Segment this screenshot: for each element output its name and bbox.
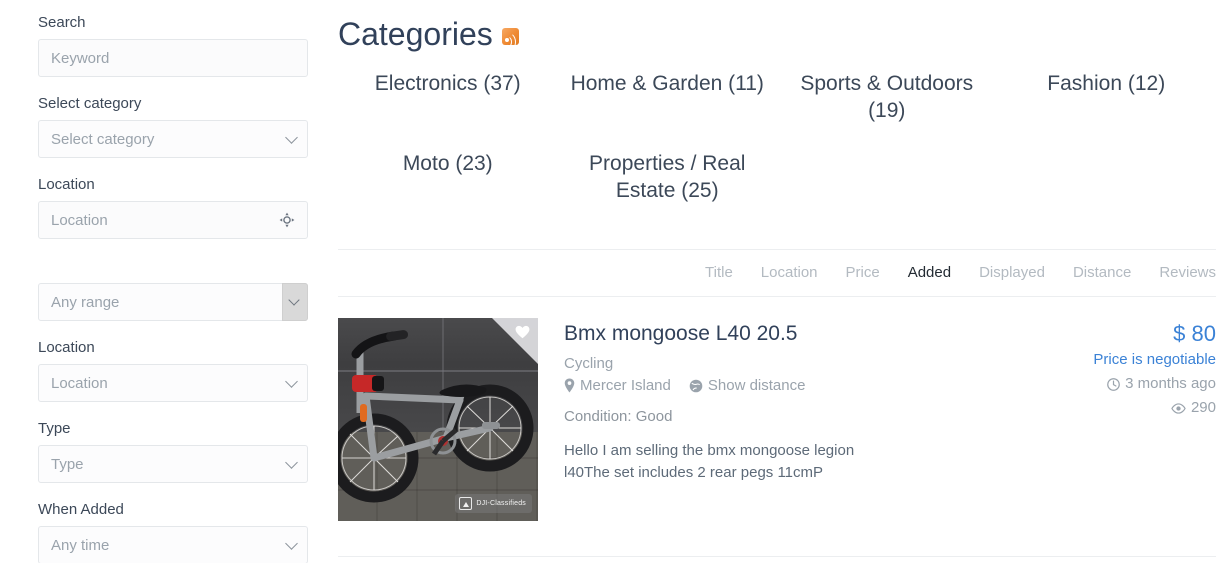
search-input[interactable]: Keyword [38, 39, 308, 77]
watermark-text: DJI-Classifieds [476, 500, 526, 507]
listing-category[interactable]: Cycling [564, 353, 1000, 374]
filter-field-location-select: Location Location [38, 339, 308, 402]
when-added-label: When Added [38, 501, 124, 518]
category-select-value: Select category [51, 130, 155, 148]
location-select[interactable]: Location [38, 364, 308, 402]
category-label: Select category [38, 95, 142, 112]
sort-option-price[interactable]: Price [846, 263, 880, 283]
sort-options: Title Location Price Added Displayed Dis… [705, 263, 1216, 283]
sort-option-location[interactable]: Location [761, 263, 818, 283]
rss-arc-outer [504, 33, 521, 50]
filters-sidebar: Search Keyword Select category Select ca… [0, 0, 330, 563]
location-input-placeholder: Location [51, 211, 108, 229]
range-select-value: Any range [51, 293, 120, 311]
sort-option-distance[interactable]: Distance [1073, 263, 1131, 283]
page-title-text: Categories [338, 16, 493, 52]
type-select-value: Type [51, 455, 84, 473]
location-input[interactable]: Location [38, 201, 308, 239]
heart-icon[interactable] [515, 325, 530, 339]
listing-added: 3 months ago [1026, 373, 1216, 395]
chevron-down-icon [285, 456, 298, 469]
filter-field-type: Type Type [38, 420, 308, 483]
listing-show-distance-text: Show distance [707, 377, 806, 394]
category-link-properties-real-estate[interactable]: Properties / Real Estate (25) [558, 150, 778, 204]
filter-field-search: Search Keyword [38, 14, 308, 77]
listing-show-distance[interactable]: Show distance [689, 375, 806, 396]
type-label: Type [38, 420, 71, 437]
listing-thumbnail[interactable]: DJI-Classifieds [338, 318, 538, 521]
sort-option-added[interactable]: Added [908, 263, 951, 283]
clock-icon [1107, 377, 1120, 391]
chevron-down-icon [285, 375, 298, 388]
type-select[interactable]: Type [38, 445, 308, 483]
categories-grid: Electronics (37) Home & Garden (11) Spor… [338, 70, 1216, 204]
filter-field-location-text: Location Location [38, 176, 308, 239]
when-added-select-value: Any time [51, 536, 110, 554]
when-added-select[interactable]: Any time [38, 526, 308, 563]
listing-price-column: $ 80 Price is negotiable 3 months ago 29… [1026, 318, 1216, 521]
search-label: Search [38, 14, 86, 31]
category-link-fashion[interactable]: Fashion (12) [997, 70, 1216, 124]
category-link-sports-outdoors[interactable]: Sports & Outdoors (19) [777, 70, 997, 124]
category-select[interactable]: Select category [38, 120, 308, 158]
globe-icon [689, 379, 703, 393]
chevron-down-icon [288, 294, 300, 306]
range-select-button[interactable] [282, 283, 308, 321]
listing-condition: Condition: Good [564, 408, 673, 425]
page-root: Search Keyword Select category Select ca… [0, 0, 1216, 563]
location-label: Location [38, 176, 95, 193]
listing-info: Bmx mongoose L40 20.5 Cycling Mercer Isl… [564, 318, 1000, 521]
image-watermark: DJI-Classifieds [455, 494, 532, 513]
filter-field-range: Any range [38, 283, 308, 321]
sort-option-title[interactable]: Title [705, 263, 733, 283]
filter-field-category: Select category Select category [38, 95, 308, 158]
filter-field-when-added: When Added Any time [38, 501, 308, 563]
rss-icon[interactable] [501, 27, 521, 50]
category-link-electronics[interactable]: Electronics (37) [338, 70, 558, 124]
main-content: Categories Electronics (37) Home & Garde… [338, 0, 1216, 563]
listing-views-count: 290 [1190, 399, 1216, 416]
watermark-hexagon-icon [459, 497, 473, 510]
listing-views: 290 [1026, 397, 1216, 419]
location-select-label: Location [38, 339, 95, 356]
page-title: Categories [338, 14, 1216, 54]
listing-location-text: Mercer Island [580, 377, 671, 394]
category-grid-empty [777, 150, 997, 204]
chevron-down-icon [285, 537, 298, 550]
listing-location: Mercer Island [564, 375, 671, 396]
sort-option-reviews[interactable]: Reviews [1159, 263, 1216, 283]
listing-description: Hello I am selling the bmx mongoose legi… [564, 442, 855, 481]
listing-negotiable: Price is negotiable [1093, 351, 1216, 368]
category-grid-empty [997, 150, 1216, 204]
range-select[interactable]: Any range [38, 283, 308, 321]
location-select-value: Location [51, 374, 108, 392]
map-pin-icon [564, 378, 575, 393]
listing-title[interactable]: Bmx mongoose L40 20.5 [564, 320, 1000, 347]
listing-item[interactable]: DJI-Classifieds Bmx mongoose L40 20.5 Cy… [338, 318, 1216, 521]
sort-option-displayed[interactable]: Displayed [979, 263, 1045, 283]
category-link-moto[interactable]: Moto (23) [338, 150, 558, 204]
listing-divider [338, 556, 1216, 557]
sort-bar: Title Location Price Added Displayed Dis… [338, 249, 1216, 297]
chevron-down-icon [285, 131, 298, 144]
listing-added-text: 3 months ago [1125, 375, 1216, 392]
listing-meta: Mercer Island Show distance [564, 375, 1000, 396]
crosshairs-icon[interactable] [279, 212, 295, 228]
listing-price: $ 80 [1173, 321, 1216, 346]
category-link-home-garden[interactable]: Home & Garden (11) [558, 70, 778, 124]
eye-icon [1171, 402, 1186, 414]
search-input-placeholder: Keyword [51, 49, 110, 67]
